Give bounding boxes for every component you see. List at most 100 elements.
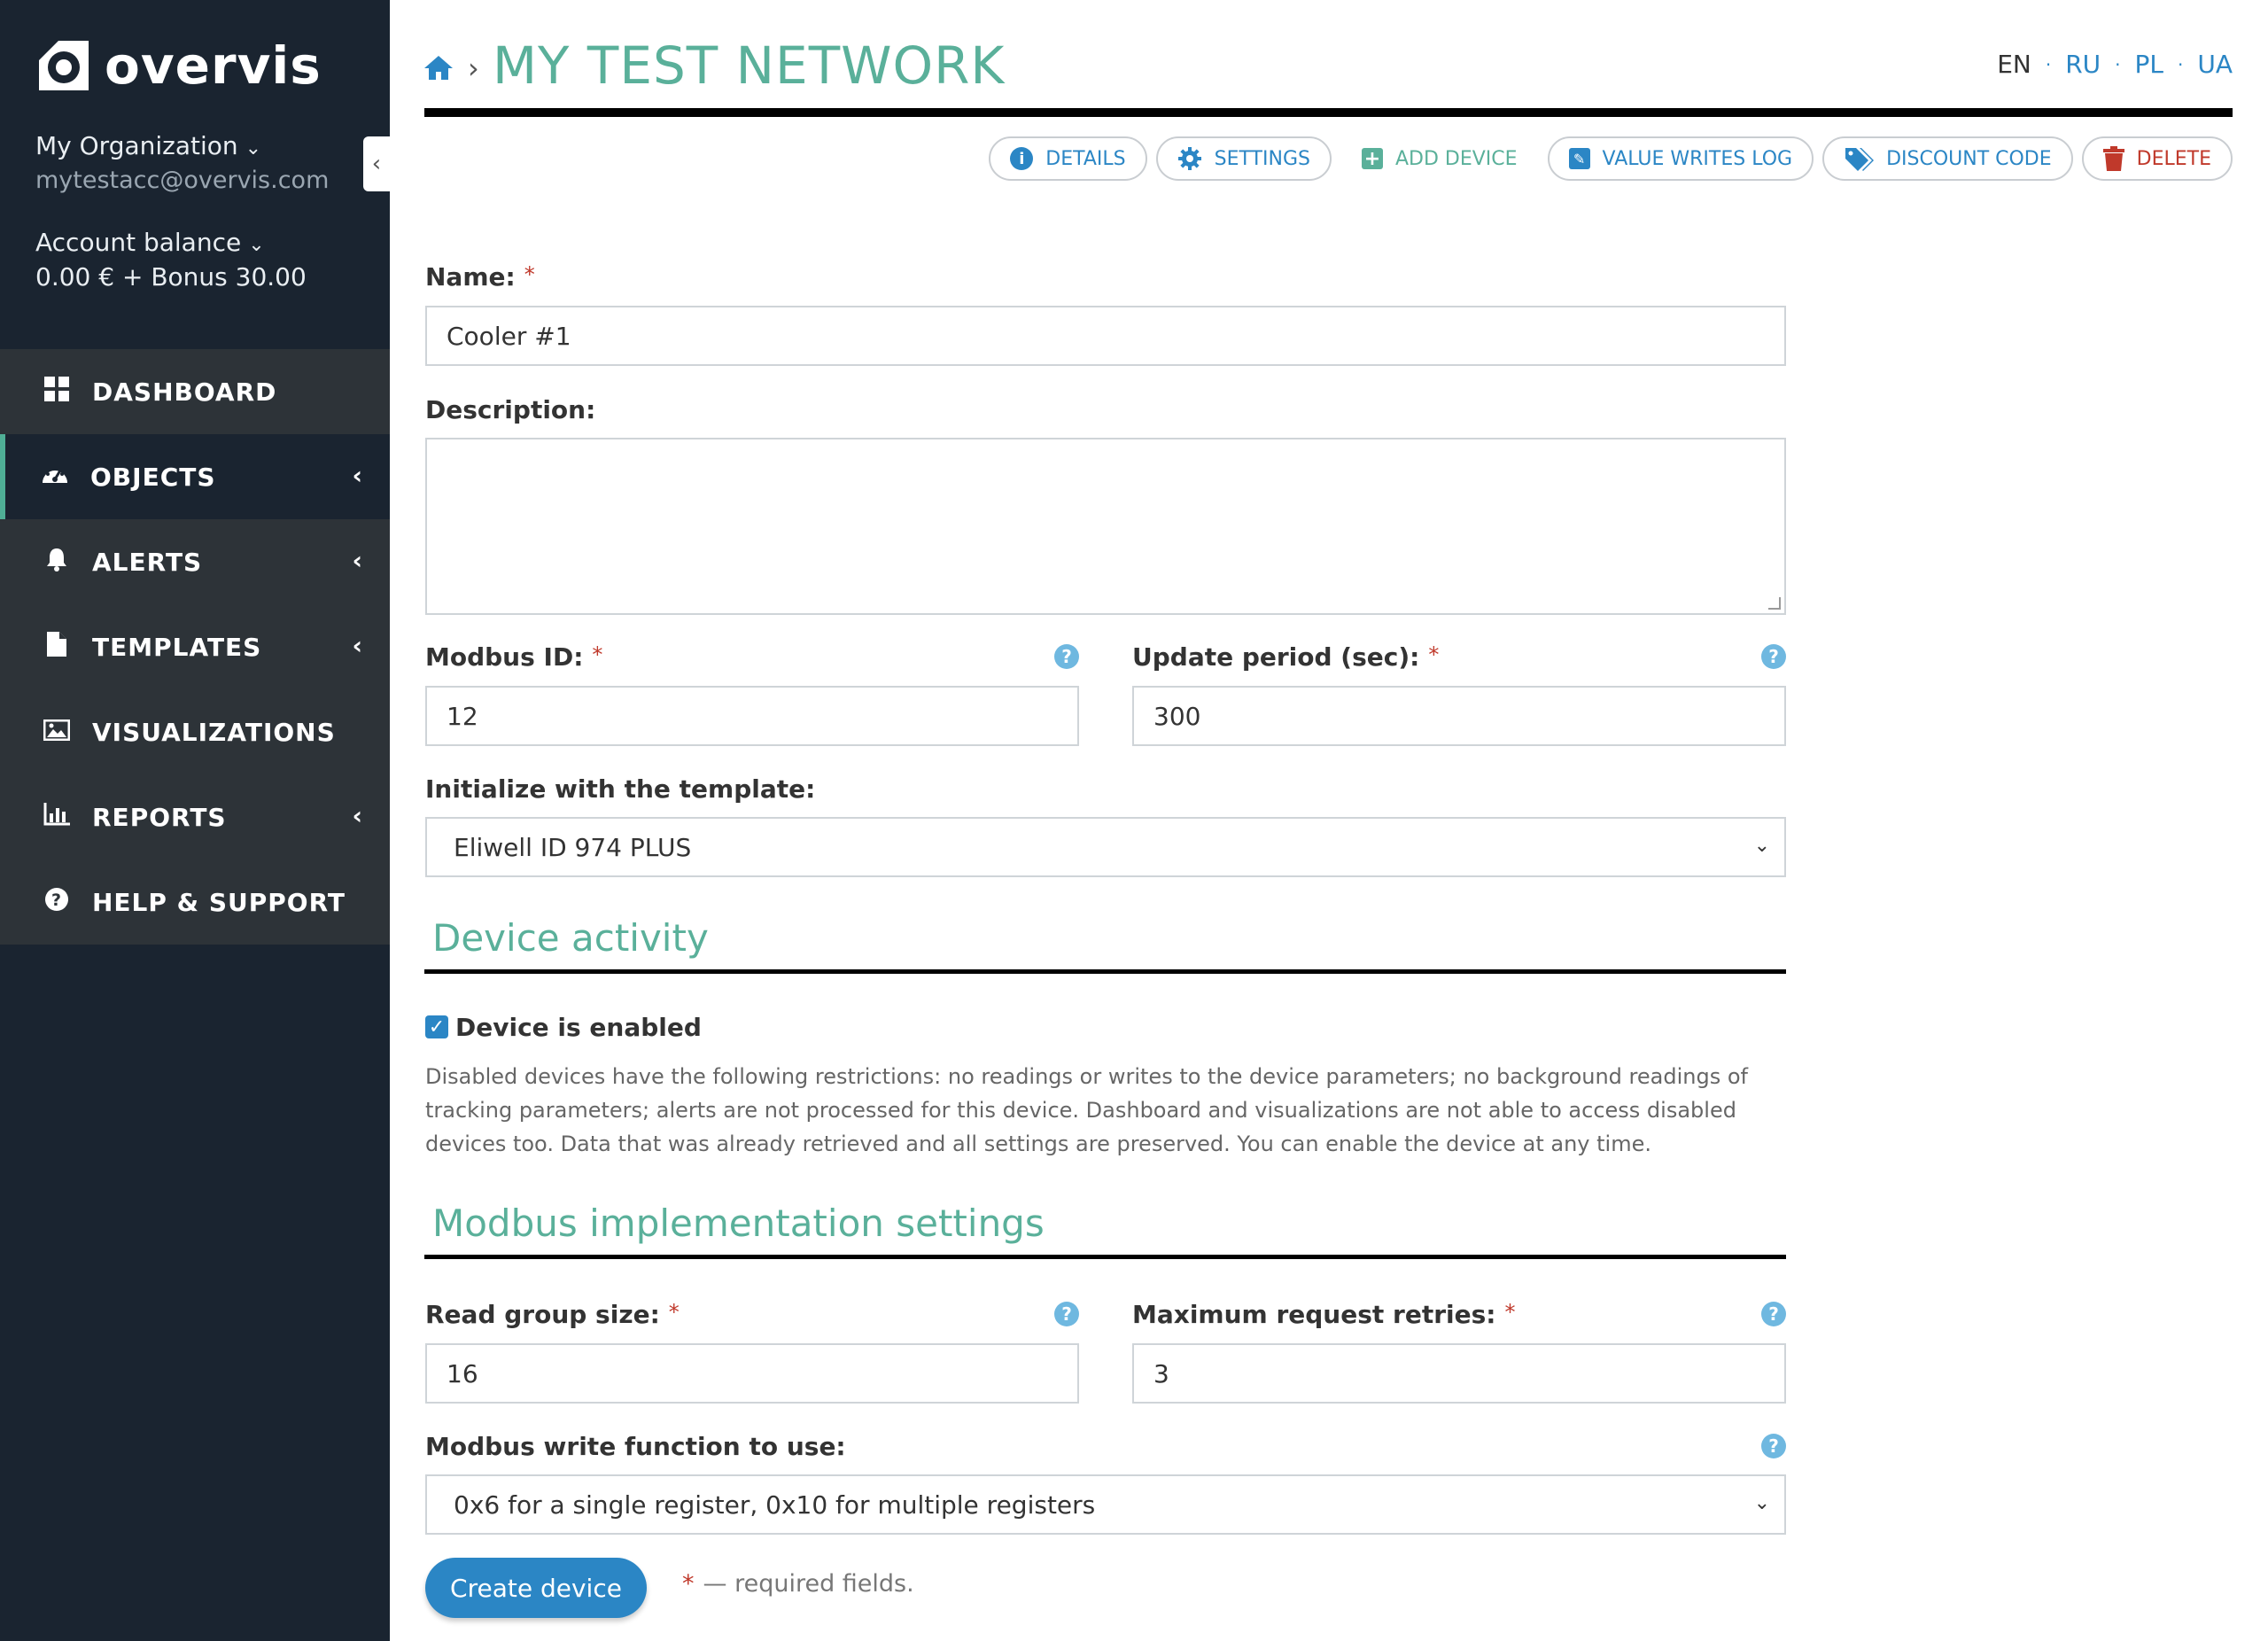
device-enabled-note: Disabled devices have the following rest… — [425, 1064, 1748, 1156]
max-retries-input[interactable]: 3 — [1132, 1343, 1786, 1404]
language-separator: · — [2177, 53, 2184, 75]
logo[interactable]: overvis — [35, 35, 322, 96]
nav-item-templates[interactable]: TEMPLATES ‹ — [0, 604, 390, 689]
device-activity-heading: Device activity — [432, 916, 709, 960]
bar-chart-icon — [41, 802, 73, 832]
nav-item-dashboard[interactable]: DASHBOARD — [0, 349, 390, 434]
nav-label: OBJECTS — [90, 462, 216, 492]
nav-label: ALERTS — [92, 547, 203, 577]
add-device-button[interactable]: + ADD DEVICE — [1340, 136, 1539, 181]
required-fields-note: * — required fields. — [682, 1570, 914, 1598]
value-writes-log-label: VALUE WRITES LOG — [1602, 147, 1793, 170]
language-separator: · — [2115, 53, 2121, 75]
create-device-button[interactable]: Create device — [425, 1558, 647, 1618]
question-icon: ? — [41, 887, 73, 918]
nav-item-help-support[interactable]: ? HELP & SUPPORT — [0, 859, 390, 945]
info-icon: i — [1010, 147, 1034, 170]
overvis-logo-icon — [39, 41, 89, 90]
details-button[interactable]: i DETAILS — [989, 136, 1147, 181]
section-divider — [424, 1255, 1786, 1259]
bell-icon — [41, 547, 73, 578]
main-nav: DASHBOARD OBJECTS ‹ ALERTS ‹ TEMPLATES ‹ — [0, 349, 390, 945]
help-icon[interactable]: ? — [1054, 644, 1079, 669]
name-label: Name: * — [425, 262, 535, 292]
update-period-input[interactable]: 300 — [1132, 686, 1786, 746]
help-icon[interactable]: ? — [1761, 1302, 1786, 1326]
read-group-size-input[interactable]: 16 — [425, 1343, 1079, 1404]
delete-label: DELETE — [2136, 147, 2211, 170]
chevron-left-icon: ‹ — [352, 546, 363, 575]
resize-handle[interactable] — [1768, 597, 1781, 610]
nav-label: HELP & SUPPORT — [92, 887, 346, 917]
help-icon[interactable]: ? — [1054, 1302, 1079, 1326]
nav-label: VISUALIZATIONS — [92, 717, 336, 747]
write-function-select[interactable]: 0x6 for a single register, 0x10 for mult… — [425, 1474, 1786, 1535]
modbus-id-label-text: Modbus ID: — [425, 642, 584, 672]
chevron-left-icon: ‹ — [371, 151, 382, 177]
required-marker: * — [668, 1300, 680, 1325]
value-writes-log-button[interactable]: ✎ VALUE WRITES LOG — [1547, 136, 1814, 181]
required-marker: * — [592, 642, 603, 667]
chevron-down-icon: ⌄ — [1753, 835, 1770, 857]
template-label: Initialize with the template: — [425, 774, 816, 804]
home-icon[interactable] — [423, 53, 454, 89]
update-period-label: Update period (sec): * — [1132, 642, 1439, 672]
nav-item-reports[interactable]: REPORTS ‹ — [0, 774, 390, 859]
file-icon — [41, 631, 73, 663]
read-group-size-label: Read group size: * — [425, 1300, 680, 1329]
breadcrumb-separator: › — [468, 51, 479, 85]
delete-button[interactable]: DELETE — [2081, 136, 2233, 181]
device-enabled-checkbox[interactable]: ✓ — [425, 1015, 448, 1038]
discount-code-button[interactable]: DISCOUNT CODE — [1822, 136, 2073, 181]
chevron-left-icon: ‹ — [352, 461, 363, 490]
template-select[interactable]: Eliwell ID 974 PLUS ⌄ — [425, 817, 1786, 877]
language-link-ru[interactable]: RU — [2065, 50, 2101, 79]
nav-label: REPORTS — [92, 802, 227, 832]
balance-value: 0.00 € + Bonus 30.00 — [35, 262, 307, 292]
chevron-down-icon: ⌄ — [248, 234, 265, 256]
help-icon[interactable]: ? — [1761, 644, 1786, 669]
add-device-label: ADD DEVICE — [1394, 147, 1518, 170]
required-fields-text: — required fields. — [703, 1570, 914, 1598]
max-retries-label: Maximum request retries: * — [1132, 1300, 1515, 1329]
help-icon[interactable]: ? — [1761, 1434, 1786, 1458]
description-label: Description: — [425, 395, 596, 424]
section-divider — [424, 969, 1786, 974]
organization-selector[interactable]: My Organization ⌄ — [35, 131, 261, 160]
max-retries-label-text: Maximum request retries: — [1132, 1300, 1496, 1329]
organization-name: My Organization — [35, 131, 238, 160]
nav-label: DASHBOARD — [92, 377, 277, 407]
nav-item-alerts[interactable]: ALERTS ‹ — [0, 519, 390, 604]
details-label: DETAILS — [1045, 147, 1126, 170]
language-link-pl[interactable]: PL — [2135, 50, 2163, 79]
language-link-ua[interactable]: UA — [2197, 50, 2233, 79]
required-marker: * — [1428, 642, 1440, 667]
title-divider — [424, 108, 2233, 117]
chevron-down-icon: ⌄ — [245, 137, 262, 159]
write-function-selected-value: 0x6 for a single register, 0x10 for mult… — [454, 1489, 1096, 1520]
required-marker: * — [524, 262, 535, 287]
network-toolbar: i DETAILS SETTINGS + ADD DEVICE ✎ VALUE … — [989, 136, 2233, 181]
write-function-label: Modbus write function to use: — [425, 1432, 846, 1461]
read-group-size-label-text: Read group size: — [425, 1300, 660, 1329]
name-label-text: Name: — [425, 262, 516, 292]
update-period-label-text: Update period (sec): — [1132, 642, 1420, 672]
language-switcher: EN · RU · PL · UA — [1997, 50, 2233, 79]
collapse-sidebar-button[interactable]: ‹ — [363, 136, 390, 191]
sidebar: overvis My Organization ⌄ mytestacc@overv… — [0, 0, 390, 1641]
nav-item-objects[interactable]: OBJECTS ‹ — [0, 434, 390, 519]
nav-item-visualizations[interactable]: VISUALIZATIONS — [0, 689, 390, 774]
description-textarea[interactable] — [425, 438, 1786, 615]
account-balance-toggle[interactable]: Account balance ⌄ — [35, 228, 265, 257]
edit-icon: ✎ — [1568, 148, 1590, 169]
balance-label: Account balance — [35, 228, 242, 257]
svg-text:?: ? — [51, 890, 62, 910]
chevron-left-icon: ‹ — [352, 631, 363, 660]
settings-button[interactable]: SETTINGS — [1155, 136, 1332, 181]
page-title: MY TEST NETWORK — [493, 35, 1006, 96]
modbus-id-input[interactable]: 12 — [425, 686, 1079, 746]
trash-icon — [2102, 146, 2124, 171]
device-enabled-label[interactable]: Device is enabled — [455, 1013, 702, 1042]
plus-square-icon: + — [1361, 148, 1383, 170]
name-input[interactable]: Cooler #1 — [425, 306, 1786, 366]
